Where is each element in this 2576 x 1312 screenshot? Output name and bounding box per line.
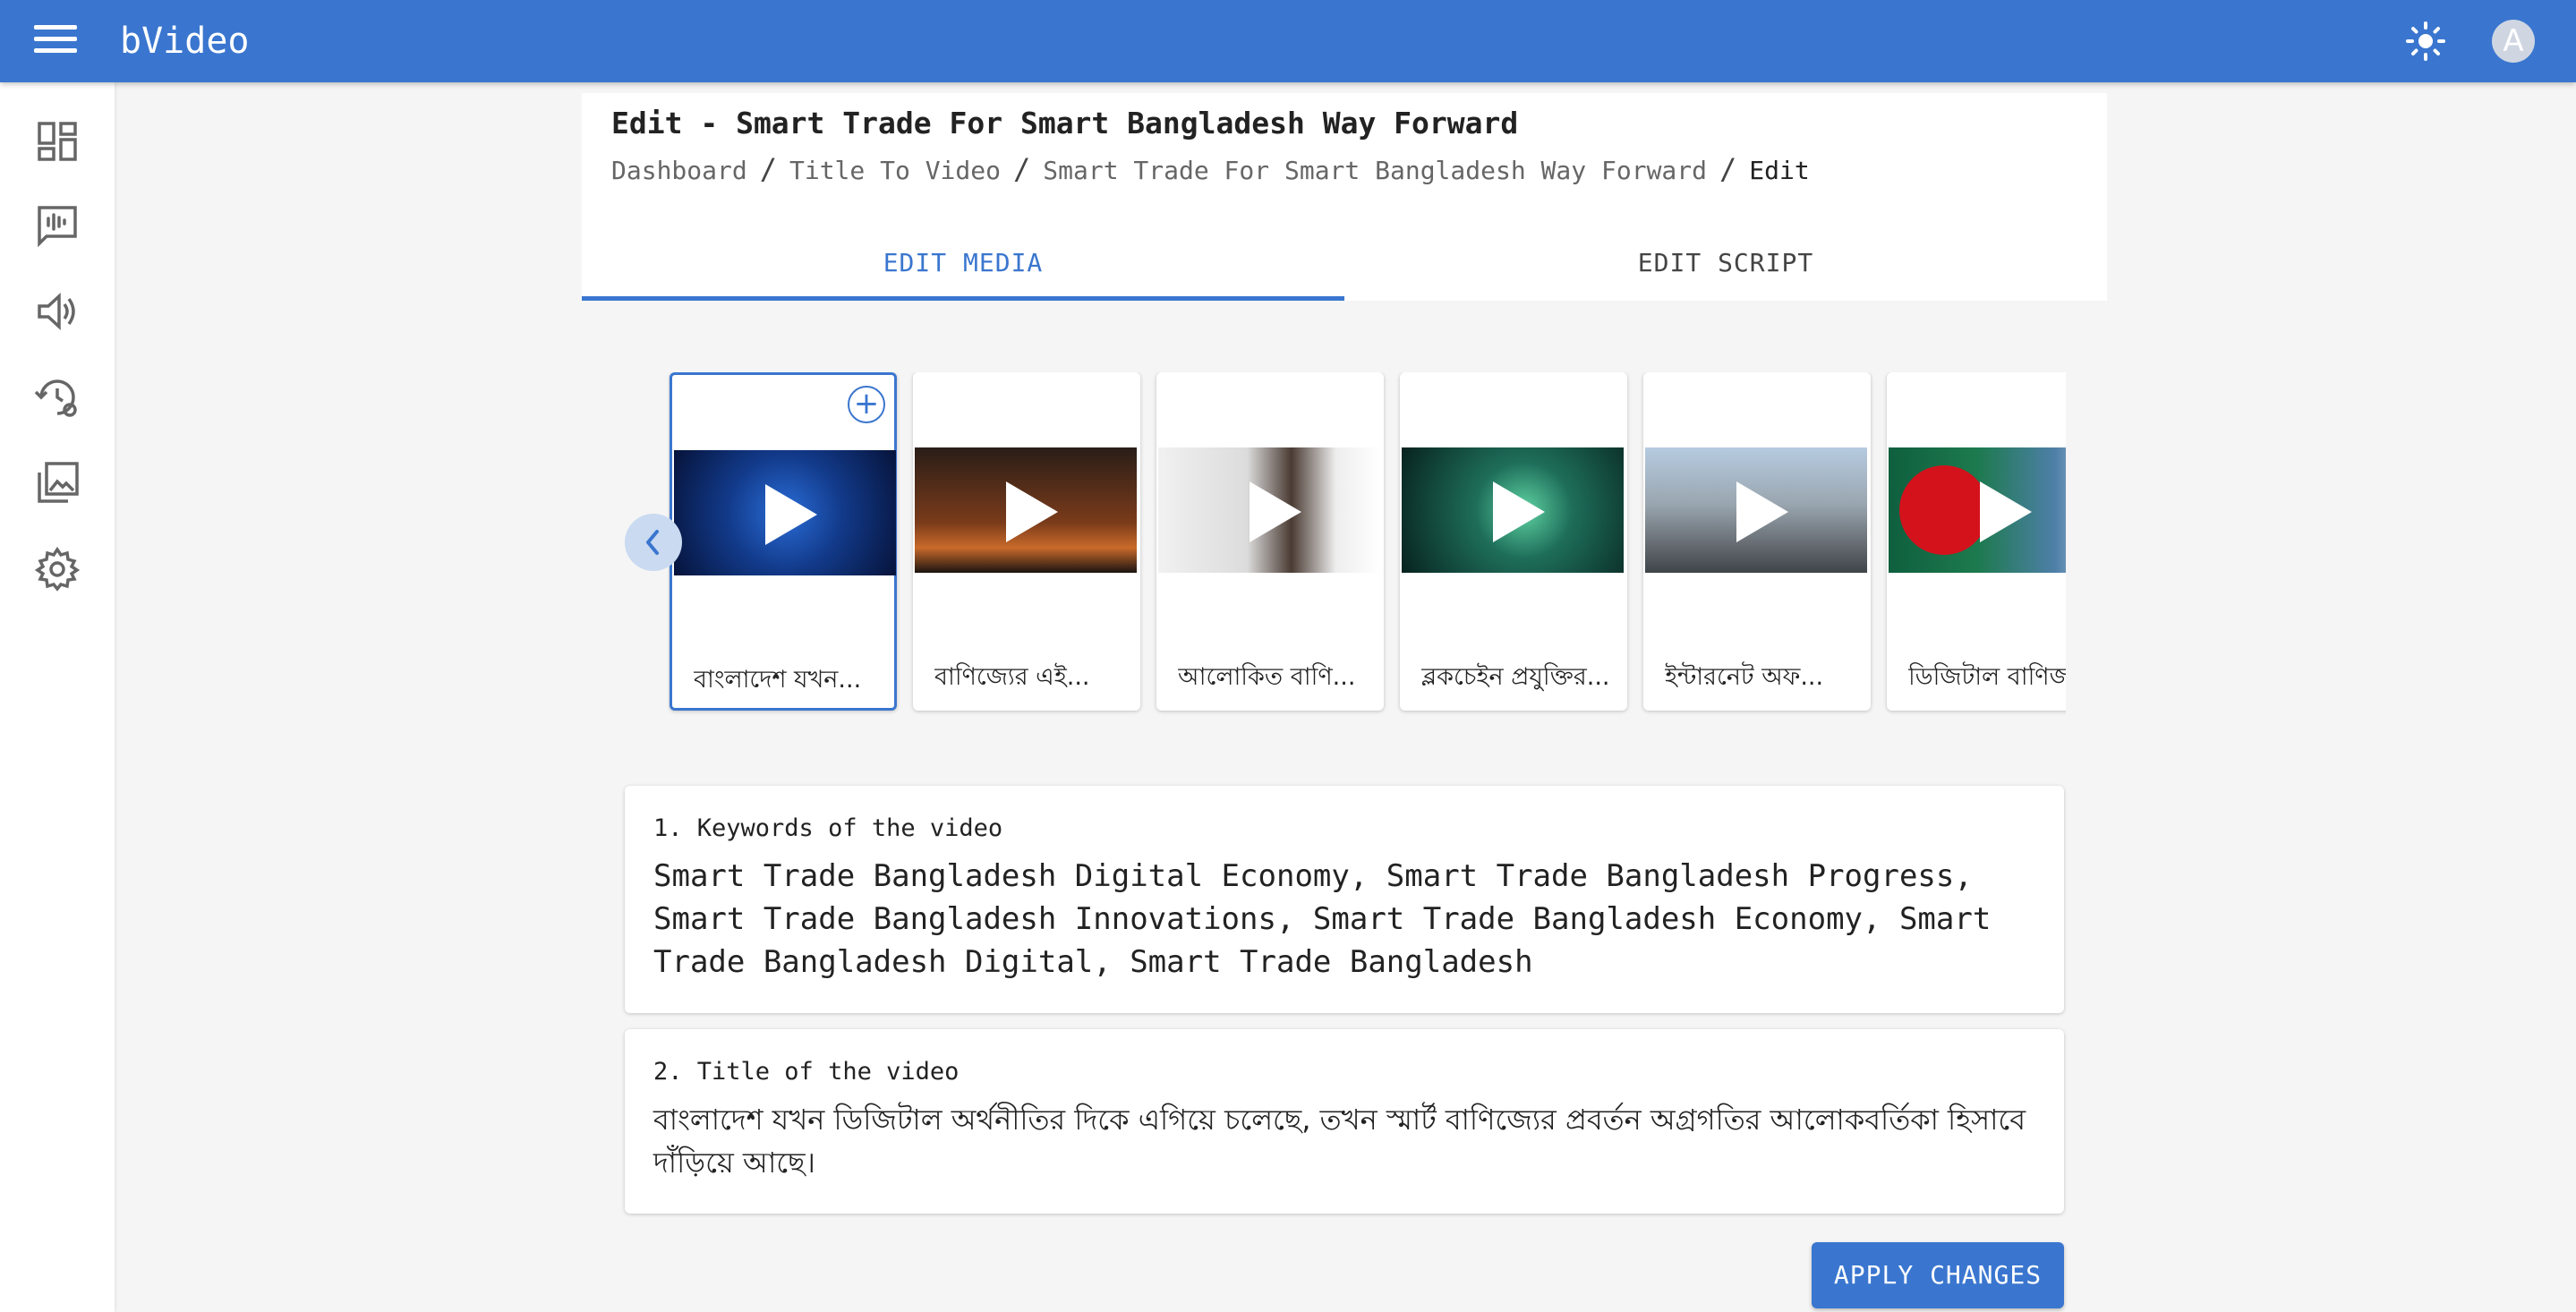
media-card[interactable]: + বাংলাদেশ যখন... — [670, 372, 897, 711]
media-thumbnail — [1889, 447, 2066, 573]
title-panel[interactable]: 2. Title of the video বাংলাদেশ যখন ডিজিট… — [625, 1029, 2064, 1214]
media-card[interactable]: ইন্টারনেট অফ... — [1643, 372, 1871, 711]
speaker-icon — [38, 293, 75, 330]
media-card-label: ইন্টারনেট অফ... — [1665, 663, 1824, 691]
tab-edit-media[interactable]: EDIT MEDIA — [582, 236, 1344, 301]
sidebar-item-settings[interactable] — [30, 542, 84, 596]
history-settings-icon — [34, 379, 77, 417]
gallery-icon — [38, 462, 79, 503]
media-thumbnail — [1158, 447, 1380, 573]
breadcrumb-current: Edit — [1749, 156, 1810, 185]
sidebar — [0, 82, 115, 1312]
breadcrumb-project[interactable]: Smart Trade For Smart Bangladesh Way For… — [1043, 156, 1707, 185]
media-thumbnail — [1402, 447, 1624, 573]
play-icon[interactable] — [1736, 481, 1788, 542]
sidebar-item-history[interactable] — [30, 371, 84, 424]
media-card[interactable]: ডিজিটাল বাণিজ্য — [1887, 372, 2066, 711]
dashboard-icon — [38, 122, 77, 161]
sidebar-item-voice[interactable] — [30, 199, 84, 252]
media-card-label: বাণিজ্যের এই... — [934, 663, 1090, 691]
media-card-label: ডিজিটাল বাণিজ্য — [1908, 663, 2066, 691]
breadcrumb: Dashboard / Title To Video / Smart Trade For… — [611, 152, 1810, 186]
media-card-label: বাংলাদেশ যখন... — [694, 666, 862, 694]
media-carousel: + বাংলাদেশ যখন... বাণিজ্যের এই... আলোকিত… — [668, 372, 2066, 716]
media-card[interactable]: ব্লকচেইন প্রযুক্তির... — [1400, 372, 1627, 711]
breadcrumb-separator: / — [1719, 152, 1737, 186]
breadcrumb-dashboard[interactable]: Dashboard — [611, 156, 747, 185]
play-icon[interactable] — [1006, 481, 1058, 542]
chevron-left-icon — [646, 530, 659, 555]
keywords-panel[interactable]: 1. Keywords of the video Smart Trade Ban… — [625, 786, 2064, 1013]
play-icon[interactable] — [1250, 481, 1301, 542]
menu-icon[interactable] — [34, 25, 77, 57]
carousel-prev-button[interactable] — [625, 514, 682, 571]
page-header: Edit - Smart Trade For Smart Bangladesh … — [582, 93, 2107, 301]
keywords-label: 1. Keywords of the video — [653, 814, 1003, 842]
breadcrumb-separator: / — [1013, 152, 1031, 186]
media-thumbnail — [674, 450, 896, 575]
sidebar-item-audio[interactable] — [30, 285, 84, 338]
media-card-label: ব্লকচেইন প্রযুক্তির... — [1421, 663, 1609, 691]
media-thumbnail — [1645, 447, 1867, 573]
settings-icon — [34, 546, 81, 592]
apply-changes-button[interactable]: APPLY CHANGES — [1812, 1242, 2064, 1308]
sidebar-item-gallery[interactable] — [30, 456, 84, 510]
tab-bar: EDIT MEDIA EDIT SCRIPT — [582, 236, 2107, 301]
breadcrumb-separator: / — [759, 152, 777, 186]
tab-edit-script[interactable]: EDIT SCRIPT — [1344, 236, 2107, 301]
title-value: বাংলাদেশ যখন ডিজিটাল অর্থনীতির দিকে এগিয… — [653, 1103, 2026, 1180]
app-title: bVideo — [120, 21, 250, 62]
play-icon[interactable] — [765, 484, 817, 545]
play-icon[interactable] — [1493, 481, 1545, 542]
add-icon[interactable]: + — [848, 386, 885, 423]
media-card[interactable]: বাণিজ্যের এই... — [913, 372, 1140, 711]
play-icon[interactable] — [1980, 481, 2032, 542]
page-title: Edit - Smart Trade For Smart Bangladesh … — [611, 106, 1519, 141]
voice-chat-icon — [38, 206, 77, 248]
top-app-bar: bVideo A — [0, 0, 2576, 82]
sidebar-item-dashboard[interactable] — [30, 115, 84, 168]
breadcrumb-title-to-video[interactable]: Title To Video — [789, 156, 1001, 185]
media-card[interactable]: আলোকিত বাণি... — [1156, 372, 1384, 711]
sun-icon[interactable] — [2404, 20, 2447, 63]
media-thumbnail — [915, 447, 1137, 573]
keywords-value: Smart Trade Bangladesh Digital Economy, … — [653, 858, 1992, 980]
avatar[interactable]: A — [2492, 20, 2535, 63]
media-card-label: আলোকিত বাণি... — [1178, 663, 1356, 691]
title-label: 2. Title of the video — [653, 1058, 960, 1086]
